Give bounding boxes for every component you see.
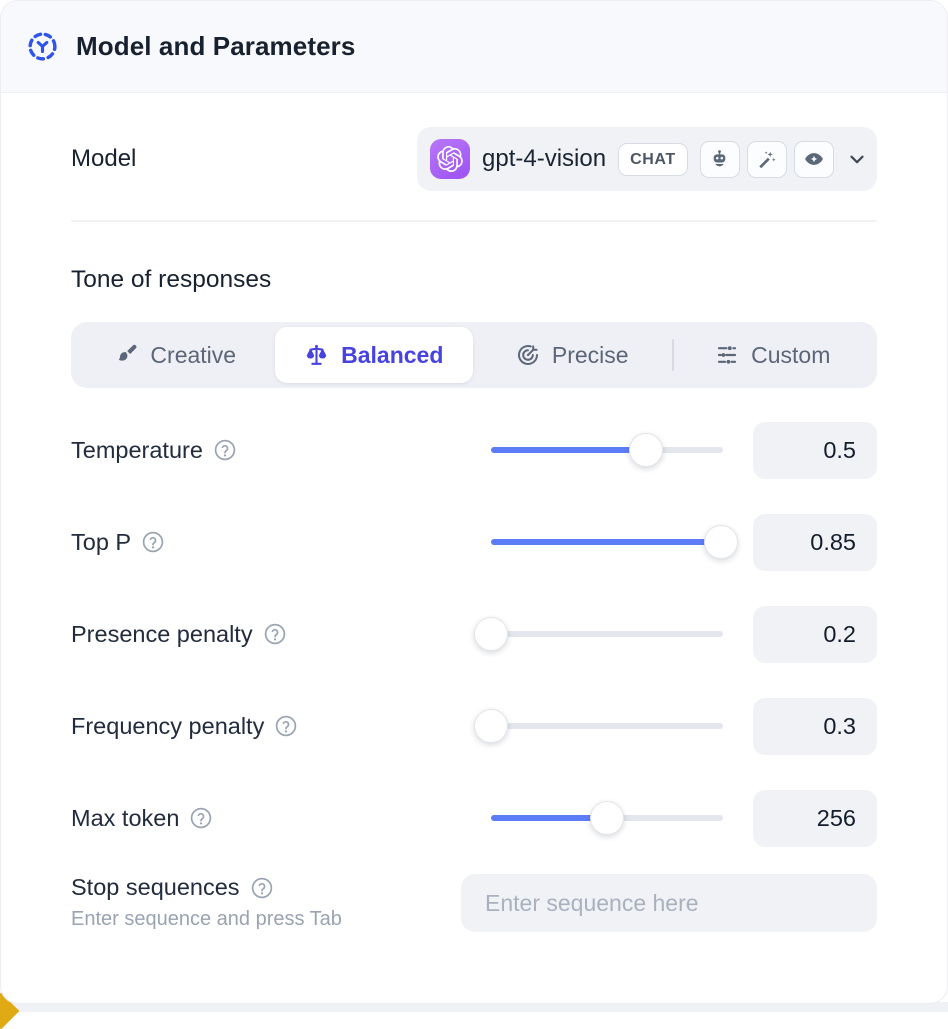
tab-balanced[interactable]: Balanced [275,327,474,383]
stop-sequence-input[interactable] [461,874,877,932]
stop-sequences-label: Stop sequences [71,874,240,901]
slider-track[interactable] [491,631,723,637]
model-label: Model [71,145,136,173]
model-type-badge: CHAT [618,143,688,176]
presence-penalty-slider[interactable] [491,616,723,652]
param-row-temperature: Temperature 0.5 [71,404,877,496]
balance-scale-icon [304,343,329,368]
model-and-parameters-panel: Model and Parameters Model gpt-4-vision … [0,0,948,1004]
temperature-slider[interactable] [491,432,723,468]
slider-thumb[interactable] [474,617,508,651]
temperature-value[interactable]: 0.5 [753,422,877,479]
vision-eye-icon [794,141,834,178]
top-p-label: Top P [71,529,131,556]
parameter-list: Temperature 0.5 Top P [71,404,877,864]
question-circle-icon[interactable] [263,622,287,646]
model-row: Model gpt-4-vision CHAT [71,127,877,191]
max-token-value[interactable]: 256 [753,790,877,847]
section-divider [71,220,877,222]
param-row-presence-penalty: Presence penalty 0.2 [71,588,877,680]
tone-section-heading: Tone of responses [71,266,877,294]
target-arrow-icon [516,343,540,367]
param-row-max-token: Max token 256 [71,772,877,864]
slider-thumb[interactable] [590,801,624,835]
slider-fill [491,447,646,453]
tab-creative[interactable]: Creative [76,327,275,383]
model-capability-badges [700,141,834,178]
tab-creative-label: Creative [150,342,236,369]
chevron-down-icon [846,148,868,170]
presence-penalty-value[interactable]: 0.2 [753,606,877,663]
param-row-top-p: Top P 0.85 [71,496,877,588]
slider-thumb[interactable] [629,433,663,467]
question-circle-icon[interactable] [189,806,213,830]
stop-sequences-row: Stop sequences Enter sequence and press … [71,874,877,972]
openai-logo-icon [430,139,470,179]
tab-custom[interactable]: Custom [674,327,873,383]
max-token-slider[interactable] [491,800,723,836]
top-p-slider[interactable] [491,524,723,560]
max-token-label: Max token [71,805,179,832]
frequency-penalty-value[interactable]: 0.3 [753,698,877,755]
magic-wand-icon [747,141,787,178]
model-select-dropdown[interactable]: gpt-4-vision CHAT [417,127,877,191]
selected-model-name: gpt-4-vision [482,145,606,173]
tab-custom-label: Custom [751,342,830,369]
sliders-icon [715,343,739,367]
tab-balanced-label: Balanced [341,342,443,369]
presence-penalty-label: Presence penalty [71,621,253,648]
model-hub-icon [26,30,59,63]
question-circle-icon[interactable] [250,876,274,900]
paintbrush-icon [114,343,138,367]
top-p-value[interactable]: 0.85 [753,514,877,571]
frequency-penalty-slider[interactable] [491,708,723,744]
temperature-label: Temperature [71,437,203,464]
slider-track[interactable] [491,723,723,729]
question-circle-icon[interactable] [213,438,237,462]
question-circle-icon[interactable] [141,530,165,554]
slider-thumb[interactable] [704,525,738,559]
tab-precise[interactable]: Precise [473,327,672,383]
robot-icon [700,141,740,178]
tab-precise-label: Precise [552,342,629,369]
question-circle-icon[interactable] [274,714,298,738]
slider-fill [491,539,721,545]
panel-title: Model and Parameters [76,31,355,62]
slider-thumb[interactable] [474,709,508,743]
param-row-frequency-penalty: Frequency penalty 0.3 [71,680,877,772]
frequency-penalty-label: Frequency penalty [71,713,264,740]
panel-header: Model and Parameters [1,1,947,93]
stop-sequences-helper-text: Enter sequence and press Tab [71,908,342,931]
tone-tab-bar: Creative Balanced [71,322,877,388]
